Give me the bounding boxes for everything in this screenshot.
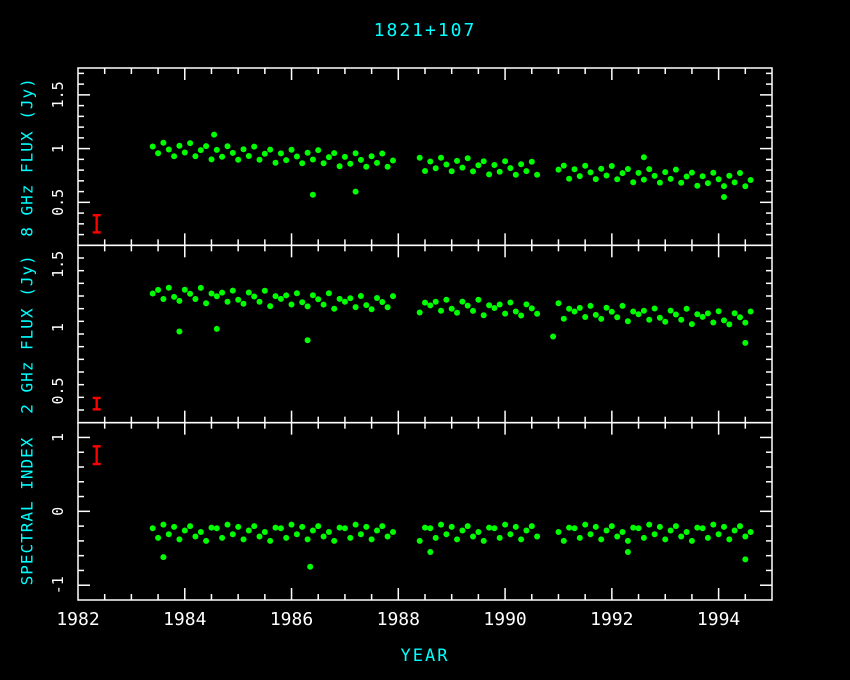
panel-spectral-index: -1 0 1 <box>49 423 772 600</box>
screenshot-root: { "colors": { "background": "#000000", "… <box>0 0 850 680</box>
tick-marks <box>78 245 772 422</box>
tick-marks <box>78 423 772 600</box>
data-points <box>150 132 754 200</box>
x-tick-label: 1984 <box>163 609 206 630</box>
y-tick-label: 1 <box>49 323 67 332</box>
x-tick-label: 1988 <box>377 609 420 630</box>
y-tick-label: 1 <box>49 144 67 153</box>
data-points <box>150 285 754 346</box>
data-points <box>150 522 754 570</box>
tick-marks <box>78 68 772 245</box>
y-tick-label: 1 <box>49 433 67 442</box>
x-tick-label: 1986 <box>270 609 313 630</box>
representative-error-bar <box>93 446 101 464</box>
plot-canvas: 0.5 1 1.5 0.5 1 1.5 -1 0 1 1982 1984 1986 1988 1990 19… <box>0 0 850 680</box>
x-tick-label: 1982 <box>56 609 99 630</box>
x-tick-label: 1990 <box>483 609 526 630</box>
panel-frame <box>78 68 772 245</box>
y-tick-label: 0.5 <box>49 377 67 404</box>
x-tick-label: 1992 <box>590 609 633 630</box>
y-tick-label: 0.5 <box>49 189 67 216</box>
y-tick-label: 0 <box>49 507 67 516</box>
plot-stage: 1821+107 8 GHz FLUX (Jy) 2 GHz FLUX (Jy)… <box>0 0 850 680</box>
representative-error-bar <box>93 398 101 409</box>
panel-frame <box>78 423 772 600</box>
x-tick-label: 1994 <box>697 609 740 630</box>
panel-8ghz-flux: 0.5 1 1.5 <box>49 68 772 245</box>
y-tick-label: 1.5 <box>49 81 67 108</box>
panel-frame <box>78 245 772 422</box>
y-tick-label: -1 <box>49 576 67 594</box>
y-tick-label: 1.5 <box>49 251 67 278</box>
representative-error-bar <box>93 215 101 232</box>
panel-2ghz-flux: 0.5 1 1.5 <box>49 245 772 422</box>
